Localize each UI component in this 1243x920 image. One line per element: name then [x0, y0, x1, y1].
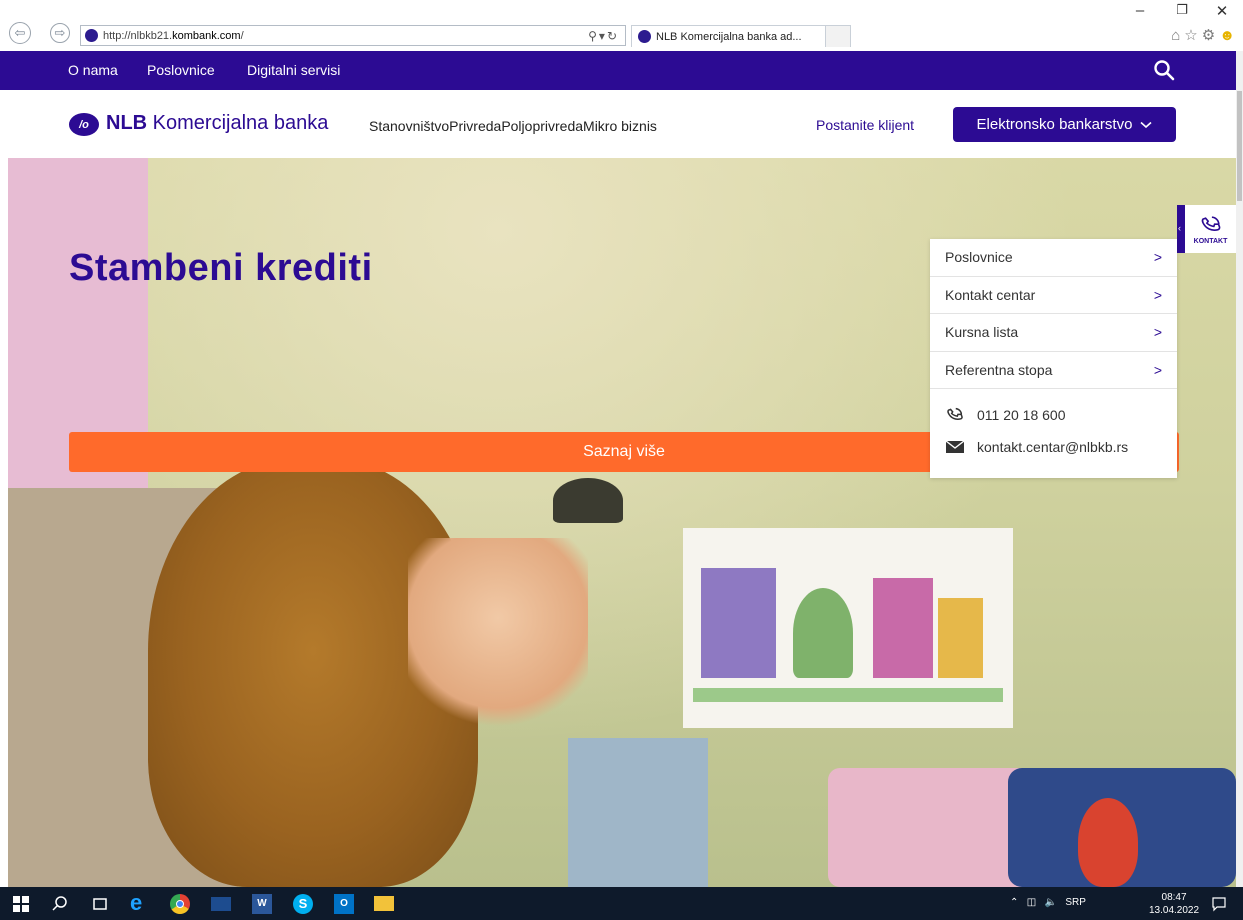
kontakt-tab[interactable]: ‹ KONTAKT — [1177, 205, 1236, 253]
taskbar-clock[interactable]: 08:47 13.04.2022 — [1149, 891, 1199, 917]
minimize-icon[interactable]: – — [1128, 2, 1152, 19]
word-icon[interactable]: W — [252, 894, 272, 914]
top-link-digitalni-servisi[interactable]: Digitalni servisi — [247, 62, 340, 78]
chrome-icon[interactable] — [170, 894, 190, 914]
site-top-bar: O nama Poslovnice Digitalni servisi — [0, 51, 1236, 90]
notifications-icon[interactable] — [1211, 896, 1227, 912]
tab-favicon-icon — [638, 30, 651, 43]
panel-item-label: Poslovnice — [945, 249, 1013, 266]
logo-rest: Komercijalna banka — [147, 112, 329, 134]
chevron-right-icon: > — [1153, 286, 1162, 303]
become-client-link[interactable]: Postanite klijent — [816, 117, 914, 133]
smiley-feedback-icon[interactable]: ☻ — [1219, 27, 1239, 44]
close-window-icon[interactable]: ✕ — [1210, 2, 1234, 20]
system-tray: ⌃ ◫ 🔈 SRP — [1010, 897, 1086, 908]
electronic-banking-label: Elektronsko bankarstvo — [976, 116, 1133, 133]
panel-item-poslovnice[interactable]: Poslovnice > — [930, 239, 1177, 277]
nav-mikro-biznis[interactable]: Mikro biznis — [583, 118, 657, 134]
panel-item-label: Kursna lista — [945, 324, 1019, 341]
toy-guitar-image — [1078, 798, 1138, 887]
panel-item-label: Referentna stopa — [945, 361, 1053, 378]
top-link-poslovnice[interactable]: Poslovnice — [147, 62, 215, 78]
nav-stanovnistvo[interactable]: Stanovništvo — [369, 118, 449, 134]
chevron-right-icon: > — [1153, 324, 1162, 341]
clock-date: 13.04.2022 — [1149, 905, 1200, 916]
chevron-right-icon: > — [1153, 361, 1162, 378]
site-header: /o NLB Komercijalna banka Stanovništvo P… — [0, 90, 1236, 158]
panel-item-kursna-lista[interactable]: Kursna lista > — [930, 314, 1177, 352]
chevron-left-icon: ‹ — [1178, 223, 1181, 233]
file-explorer-icon[interactable] — [374, 896, 394, 911]
new-tab-button[interactable] — [825, 25, 851, 47]
contact-panel: Poslovnice > Kontakt centar > Kursna lis… — [930, 239, 1177, 478]
site-favicon-icon — [85, 29, 98, 42]
forward-arrow-icon: ⇨ — [54, 25, 66, 40]
contact-phone[interactable]: 011 20 18 600 — [930, 399, 1177, 431]
app-window-icon[interactable] — [211, 897, 231, 911]
phone-icon — [947, 407, 963, 420]
phone-number: 011 20 18 600 — [977, 407, 1066, 423]
task-view-icon[interactable] — [90, 894, 110, 914]
internet-explorer-icon[interactable]: e — [130, 890, 150, 915]
email-address: kontakt.centar@nlbkb.rs — [977, 439, 1129, 455]
clock-time: 08:47 — [1161, 892, 1187, 903]
scrollbar-thumb[interactable] — [1237, 91, 1242, 201]
kontakt-tab-label: KONTAKT — [1193, 237, 1228, 245]
restore-icon[interactable]: ❐ — [1170, 2, 1194, 18]
home-icon[interactable]: ⌂ — [1171, 27, 1184, 44]
favorites-star-icon[interactable]: ☆ — [1184, 27, 1201, 44]
nav-privreda[interactable]: Privreda — [449, 118, 501, 134]
main-nav: Stanovništvo Privreda Poljoprivreda Mikr… — [369, 118, 657, 134]
skype-icon[interactable]: S — [293, 894, 313, 914]
address-tools[interactable]: ⚲▾↻ — [567, 29, 625, 43]
nlb-logo-icon[interactable]: /o — [69, 113, 99, 136]
refresh-icon[interactable]: ↻ — [607, 29, 619, 43]
logo-text[interactable]: NLB Komercijalna banka — [106, 112, 328, 135]
panel-item-kontakt-centar[interactable]: Kontakt centar > — [930, 277, 1177, 314]
wall-lamp-image — [553, 478, 623, 523]
contact-email[interactable]: kontakt.centar@nlbkb.rs — [930, 431, 1177, 463]
search-dropdown-icon[interactable]: ⚲▾ — [588, 29, 607, 43]
electronic-banking-button[interactable]: Elektronsko bankarstvo — [953, 107, 1176, 142]
panel-item-referentna-stopa[interactable]: Referentna stopa > — [930, 352, 1177, 389]
envelope-icon — [945, 440, 965, 453]
page-scrollbar[interactable] — [1236, 51, 1243, 887]
speaker-icon[interactable]: 🔈 — [1045, 897, 1057, 908]
search-icon[interactable] — [1152, 58, 1176, 82]
learn-more-label: Saznaj više — [583, 443, 665, 460]
chevron-down-icon — [1140, 121, 1152, 128]
address-bar[interactable]: http://nlbkb21.kombank.com/ ⚲▾↻ — [80, 25, 626, 46]
tab-title: NLB Komercijalna banka ad... — [656, 30, 802, 43]
chevron-right-icon: > — [1153, 249, 1162, 266]
windows-taskbar: e W S O ⌃ ◫ 🔈 SRP 08:47 13.04.2022 — [0, 887, 1243, 920]
network-icon[interactable]: ◫ — [1027, 897, 1036, 908]
child-drawing-image — [683, 528, 1013, 728]
browser-toolbar: ⇦ ⇨ http://nlbkb21.kombank.com/ ⚲▾↻ NLB … — [0, 0, 1243, 51]
child-image — [408, 538, 588, 738]
hero-title: Stambeni krediti — [69, 247, 373, 289]
url-suffix: / — [240, 29, 244, 42]
settings-gear-icon[interactable]: ⚙ — [1202, 27, 1219, 44]
outlook-icon[interactable]: O — [334, 894, 354, 914]
windows-start-icon[interactable] — [13, 896, 29, 912]
logo-bold: NLB — [106, 112, 148, 134]
language-indicator[interactable]: SRP — [1065, 897, 1086, 908]
forward-button[interactable]: ⇨ — [50, 23, 70, 43]
back-arrow-icon: ⇦ — [14, 25, 26, 40]
browser-tools: ⌂☆⚙☻ — [1171, 26, 1239, 44]
url-prefix: http://nlbkb21. — [103, 29, 173, 42]
browser-tab-active[interactable]: NLB Komercijalna banka ad... × — [631, 25, 851, 47]
window-image — [568, 738, 708, 887]
search-icon[interactable] — [50, 894, 70, 914]
panel-item-label: Kontakt centar — [945, 286, 1036, 303]
url-domain: kombank.com — [172, 29, 241, 42]
top-link-o-nama[interactable]: O nama — [68, 62, 118, 78]
nav-poljoprivreda[interactable]: Poljoprivreda — [501, 118, 583, 134]
address-url: http://nlbkb21.kombank.com/ — [103, 30, 567, 42]
chevron-up-icon[interactable]: ⌃ — [1010, 897, 1018, 908]
back-button[interactable]: ⇦ — [9, 22, 31, 44]
logo-mark-text: /o — [79, 118, 89, 131]
phone-icon — [1201, 215, 1220, 231]
